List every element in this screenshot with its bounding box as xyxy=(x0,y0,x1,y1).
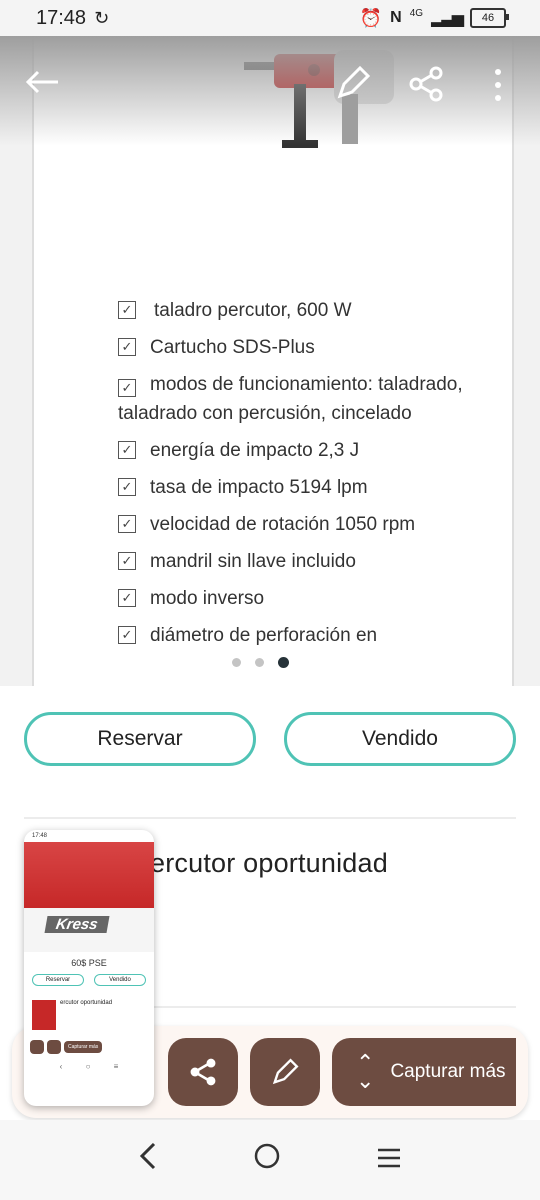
thumb-back-icon: ‹ xyxy=(59,1062,63,1071)
menu-icon[interactable] xyxy=(376,1143,402,1177)
thumb-nav: ‹ ○ ≡ xyxy=(24,1054,154,1071)
network-label: 4G xyxy=(409,7,424,19)
thumb-listing-image xyxy=(32,1000,56,1030)
carousel-dot[interactable] xyxy=(255,658,264,667)
checkbox-icon: ✓ xyxy=(118,589,136,607)
status-time: 17:48 xyxy=(36,6,87,29)
checkbox-icon: ✓ xyxy=(118,552,136,570)
spec-text: modos de funcionamiento: taladrado, tala… xyxy=(118,374,463,424)
thumb-reserve-button: Reservar xyxy=(32,974,84,986)
carousel-dot-active[interactable] xyxy=(278,657,289,668)
system-nav-bar xyxy=(0,1120,540,1200)
battery-level: 46 xyxy=(481,12,495,24)
pencil-icon[interactable] xyxy=(334,64,372,110)
back-svg xyxy=(139,1142,155,1170)
checkbox-icon: ✓ xyxy=(118,301,136,319)
checkbox-icon: ✓ xyxy=(118,478,136,496)
spec-text: diámetro de perforación en xyxy=(150,625,378,646)
spec-text: Cartucho SDS-Plus xyxy=(150,337,315,358)
thumb-brand: Kress xyxy=(44,916,110,933)
status-button-row: Reservar Vendido xyxy=(24,712,516,766)
share-icon[interactable] xyxy=(408,66,444,110)
checkbox-icon: ✓ xyxy=(118,441,136,459)
carousel-indicator xyxy=(232,657,289,668)
spec-text: velocidad de rotación 1050 rpm xyxy=(150,514,416,535)
capture-more-label: Capturar más xyxy=(390,1061,506,1082)
pencil-icon xyxy=(272,1058,299,1085)
status-right: ⏰ N 4G ▂▃▅ 46 xyxy=(359,7,509,29)
reserve-button[interactable]: Reservar xyxy=(24,712,256,766)
spec-item: ✓ modo inverso xyxy=(118,584,518,613)
share-svg xyxy=(409,66,443,102)
thumb-share-icon xyxy=(30,1040,44,1054)
spec-item: ✓ velocidad de rotación 1050 rpm xyxy=(118,510,518,539)
toolbar-gradient xyxy=(0,36,540,146)
checkbox-icon: ✓ xyxy=(118,515,136,533)
thumb-action-bar: Capturar más xyxy=(24,1030,154,1054)
thumb-status-bar: 17:48 xyxy=(24,830,154,842)
spec-item: ✓ taladro percutor, 600 W xyxy=(118,296,518,325)
product-image-carousel[interactable]: ✓ taladro percutor, 600 W ✓ Cartucho SDS-P… xyxy=(0,36,540,686)
sync-icon: ↻ xyxy=(94,7,110,28)
circle-home-icon[interactable] xyxy=(253,1142,281,1178)
spec-item: ✓ Cartucho SDS-Plus xyxy=(118,333,518,362)
capture-more-button[interactable]: ⌃ ⌄ Capturar más xyxy=(332,1038,516,1106)
thumb-capture-button: Capturar más xyxy=(64,1041,103,1053)
checkbox-icon: ✓ xyxy=(118,379,136,397)
pencil-svg xyxy=(337,65,371,99)
status-bar: 17:48 ↻ ⏰ N 4G ▂▃▅ 46 xyxy=(0,0,540,36)
thumb-image: Kress xyxy=(24,842,154,952)
expand-vertical-icon: ⌃ ⌄ xyxy=(356,1050,375,1093)
screenshot-thumbnail[interactable]: 17:48 Kress 60$ PSE Reservar Vendido erc… xyxy=(24,830,154,1106)
thumb-edit-icon xyxy=(47,1040,61,1054)
arrow-left-icon[interactable] xyxy=(22,62,62,110)
thumb-buttons: Reservar Vendido xyxy=(24,968,154,986)
spec-text: modo inverso xyxy=(150,588,265,609)
spec-text: mandril sin llave incluido xyxy=(150,551,356,572)
carousel-dot[interactable] xyxy=(232,658,241,667)
thumb-price: 60$ PSE xyxy=(71,958,107,968)
thumb-sold-button: Vendido xyxy=(94,974,146,986)
checkbox-icon: ✓ xyxy=(118,338,136,356)
thumb-menu-icon: ≡ xyxy=(113,1062,119,1071)
spec-item: ✓ tasa de impacto 5194 lpm xyxy=(118,473,518,502)
spec-text: energía de impacto 2,3 J xyxy=(150,440,360,461)
edit-button[interactable] xyxy=(250,1038,320,1106)
menu-svg xyxy=(378,1148,401,1168)
spec-item: ✓ modos de funcionamiento: taladrado, tal… xyxy=(118,370,518,428)
alarm-icon: ⏰ xyxy=(359,7,383,28)
status-left: 17:48 ↻ xyxy=(36,7,109,30)
spec-text: taladro percutor, 600 W xyxy=(154,300,352,321)
sold-button[interactable]: Vendido xyxy=(284,712,516,766)
battery-icon: 46 xyxy=(470,8,509,28)
checkbox-icon: ✓ xyxy=(118,626,136,644)
spec-item: ✓ energía de impacto 2,3 J xyxy=(118,436,518,465)
share-button[interactable] xyxy=(168,1038,238,1106)
nfc-icon: N xyxy=(390,9,402,26)
spec-list: ✓ taladro percutor, 600 W ✓ Cartucho SDS-P… xyxy=(118,296,518,658)
more-svg xyxy=(495,69,501,101)
home-svg xyxy=(254,1143,280,1169)
thumb-home-icon: ○ xyxy=(85,1062,91,1071)
thumb-listing-title: ercutor oportunidad xyxy=(60,1000,113,1006)
share-icon xyxy=(190,1058,216,1086)
spec-item: ✓ mandril sin llave incluido xyxy=(118,547,518,576)
listing-title-text: ercutor oportunidad xyxy=(150,848,388,878)
arrow-left-svg xyxy=(25,70,58,94)
thumb-listing: ercutor oportunidad xyxy=(24,986,154,1030)
chevron-left-icon[interactable] xyxy=(138,1142,158,1178)
signal-icon: ▂▃▅ xyxy=(431,10,464,27)
more-vertical-icon[interactable] xyxy=(492,68,504,110)
spec-text: tasa de impacto 5194 lpm xyxy=(150,477,368,498)
spec-item: ✓ diámetro de perforación en xyxy=(118,621,518,650)
divider xyxy=(24,817,516,819)
thumb-time: 17:48 xyxy=(32,833,48,839)
